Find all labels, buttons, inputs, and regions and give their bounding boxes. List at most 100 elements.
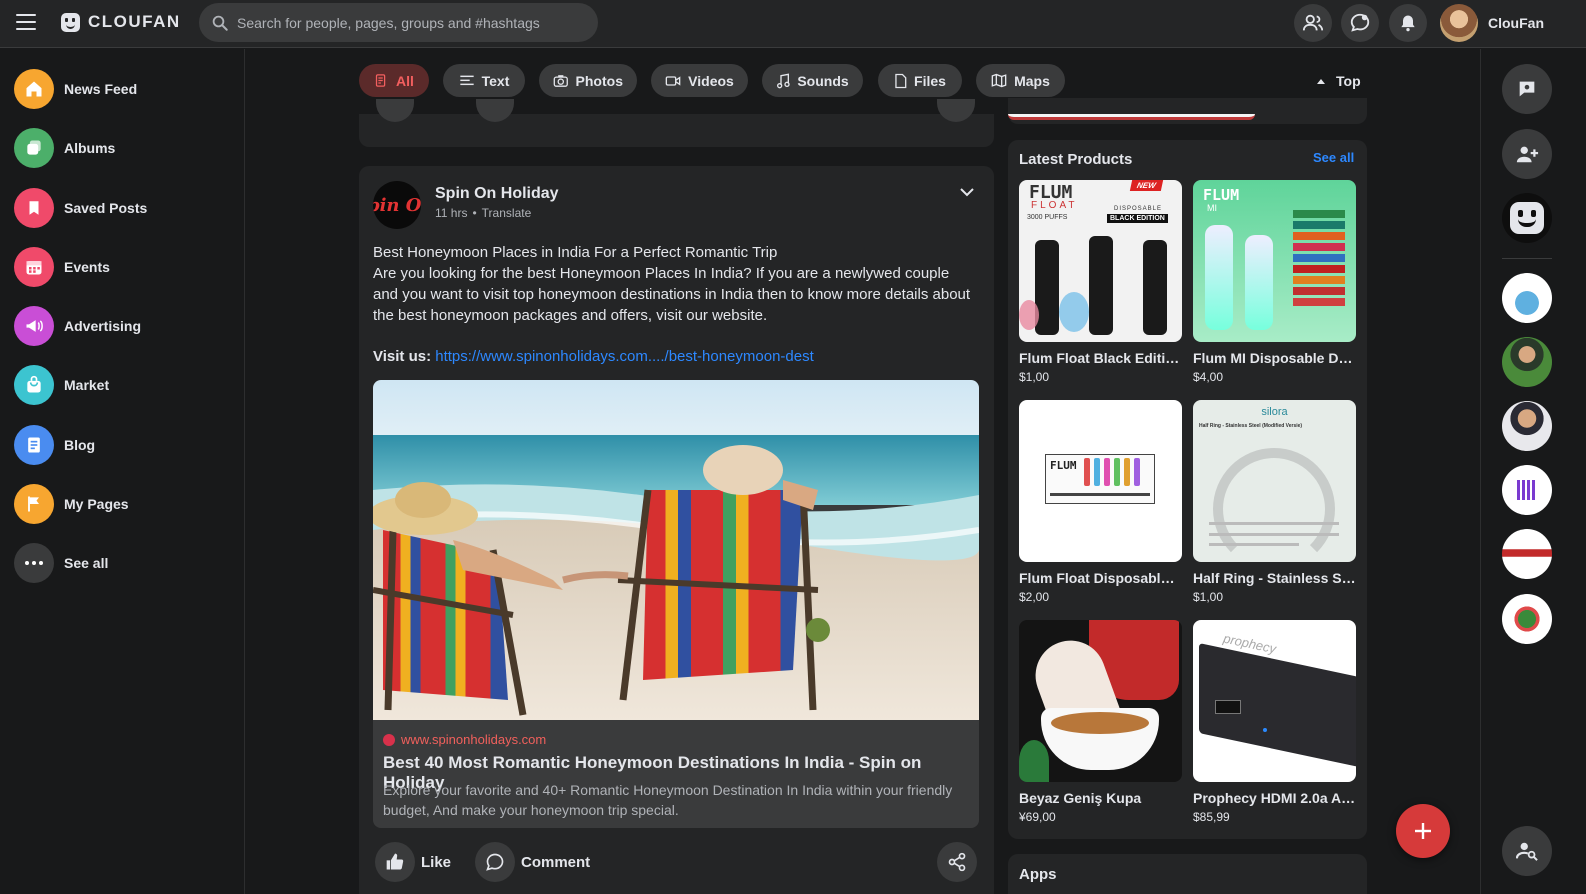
top-bar: CLOUFAN ClouFan [0,0,1586,48]
chat-gear-icon [1519,81,1535,97]
product-price: $1,00 [1019,370,1050,384]
friends-button[interactable] [1294,4,1332,42]
post-avatar[interactable]: pin On [373,181,421,229]
cloufan-logo-icon [1510,202,1544,234]
share-button[interactable] [937,842,983,882]
contact-avatar[interactable] [1502,529,1552,579]
product-price: $1,00 [1193,590,1224,604]
contact-avatar[interactable] [1502,401,1552,451]
search-input[interactable] [237,14,577,31]
sort-top-toggle[interactable]: Top [1316,73,1361,89]
post-avatar-text: pin On [373,194,421,216]
sidebar-item-label: Events [64,259,110,275]
previous-post-action[interactable] [937,99,975,122]
product-image: FLUM [1019,400,1182,562]
sidebar-item-albums[interactable]: Albums [14,128,115,168]
sidebar-item-blog[interactable]: Blog [14,425,95,465]
product-name: Prophecy HDMI 2.0a Au... [1193,790,1356,806]
filter-chip-text[interactable]: Text [443,64,525,97]
contact-avatar[interactable] [1502,594,1552,644]
avatar [1440,4,1478,42]
post-title-line: Best Honeymoon Places in India For a Per… [373,244,778,261]
camera-icon [553,74,568,87]
contact-avatar[interactable] [1502,337,1552,387]
user-menu[interactable]: ClouFan [1440,4,1544,42]
product-brand-sub: FLOAT [1031,200,1078,211]
filter-chip-label: All [396,72,414,89]
add-friends-button[interactable] [1502,129,1552,179]
sidebar-item-news-feed[interactable]: News Feed [14,69,137,109]
filter-chip-sounds[interactable]: Sounds [762,64,863,97]
sidebar-item-my-pages[interactable]: My Pages [14,484,129,524]
post-time[interactable]: 11 hrs [435,206,467,220]
create-post-button[interactable] [1396,804,1450,858]
visit-link[interactable]: https://www.spinonholidays.com..../best-… [435,348,814,365]
group-add-icon [1516,146,1539,163]
sidebar-item-saved-posts[interactable]: Saved Posts [14,188,147,228]
sidebar-item-label: Albums [64,140,116,156]
filter-chip-photos[interactable]: Photos [539,64,637,97]
caret-up-icon [1317,78,1325,84]
like-label: Like [421,853,452,871]
file-icon [895,73,907,88]
search-box[interactable] [199,3,598,42]
menu-icon[interactable] [16,14,36,30]
product-price: ¥69,00 [1019,810,1056,824]
logo[interactable]: CLOUFAN [61,12,181,32]
sidebar-item-advertising[interactable]: Advertising [14,306,141,346]
search-contacts-button[interactable] [1502,826,1552,876]
flag-icon [14,484,54,524]
widget-title: Apps [1019,866,1057,883]
chevron-down-icon [960,188,974,197]
link-preview[interactable]: www.spinonholidays.com Best 40 Most Roma… [373,380,979,828]
product-card[interactable]: FLUM FLOAT 3000 PUFFS DISPOSABLE BLACK E… [1019,180,1182,384]
user-search-icon [1516,842,1538,861]
visit-line: Visit us: https://www.spinonholidays.com… [373,348,814,365]
product-name: Flum MI Disposable Dev... [1193,350,1356,366]
product-puffs-text: 3000 PUFFS [1027,214,1068,221]
cloufan-app-avatar[interactable] [1502,193,1552,243]
filter-chip-all[interactable]: All [359,64,429,97]
product-card[interactable]: silora Half Ring - Stainless Steel (Modi… [1193,400,1356,604]
latest-products-widget: Latest Products See all FLUM FLOAT 3000 … [1008,140,1367,839]
sidebar-item-market[interactable]: Market [14,365,109,405]
notifications-button[interactable] [1389,4,1427,42]
previous-post-action[interactable] [376,99,414,122]
product-card[interactable]: Beyaz Geniş Kupa ¥69,00 [1019,620,1182,824]
chat-settings-button[interactable] [1502,64,1552,114]
contact-avatar[interactable] [1502,273,1552,323]
previous-post-action[interactable] [476,99,514,122]
sidebar-item-events[interactable]: Events [14,247,110,287]
translate-link[interactable]: Translate [482,206,532,220]
post-author[interactable]: Spin On Holiday [435,185,559,203]
contact-avatar[interactable] [1502,465,1552,515]
product-card[interactable]: prophecy Prophecy HDMI 2.0a Au... $85,99 [1193,620,1356,824]
left-sidebar: News Feed Albums Saved Posts Events Adve… [0,49,245,894]
blog-icon [14,425,54,465]
bell-icon [1401,15,1415,32]
comment-button[interactable]: Comment [475,842,590,882]
messages-button[interactable] [1341,4,1379,42]
logo-icon [61,12,80,32]
sidebar-item-see-all[interactable]: See all [14,543,108,583]
sort-top-label: Top [1336,73,1361,89]
filter-chip-label: Maps [1014,72,1050,89]
filter-chip-maps[interactable]: Maps [976,64,1065,97]
shopping-bag-icon [14,365,54,405]
filter-chip-files[interactable]: Files [878,64,962,97]
post-body-text: Are you looking for the best Honeymoon P… [373,265,971,324]
widget-title: Latest Products [1019,151,1133,168]
previous-widget-bar [1008,114,1255,120]
sidebar-item-label: Market [64,377,110,393]
like-button[interactable]: Like [375,842,451,882]
product-card[interactable]: FLUM Flum Float Disposable P... $2,00 [1019,400,1182,604]
filter-chip-videos[interactable]: Videos [651,64,748,97]
product-image [1019,620,1182,782]
post-filter-bar: All Text Photos Videos Sounds Files Maps [359,64,1367,98]
see-all-link[interactable]: See all [1313,150,1354,165]
product-card[interactable]: FLUM MI Flum MI Disposable Dev... $4,00 [1193,180,1356,384]
post-options-button[interactable] [959,184,975,202]
sidebar-item-label: Blog [64,437,96,453]
product-brand-text: FLUM [1050,459,1077,472]
product-name: Beyaz Geniş Kupa [1019,790,1142,806]
